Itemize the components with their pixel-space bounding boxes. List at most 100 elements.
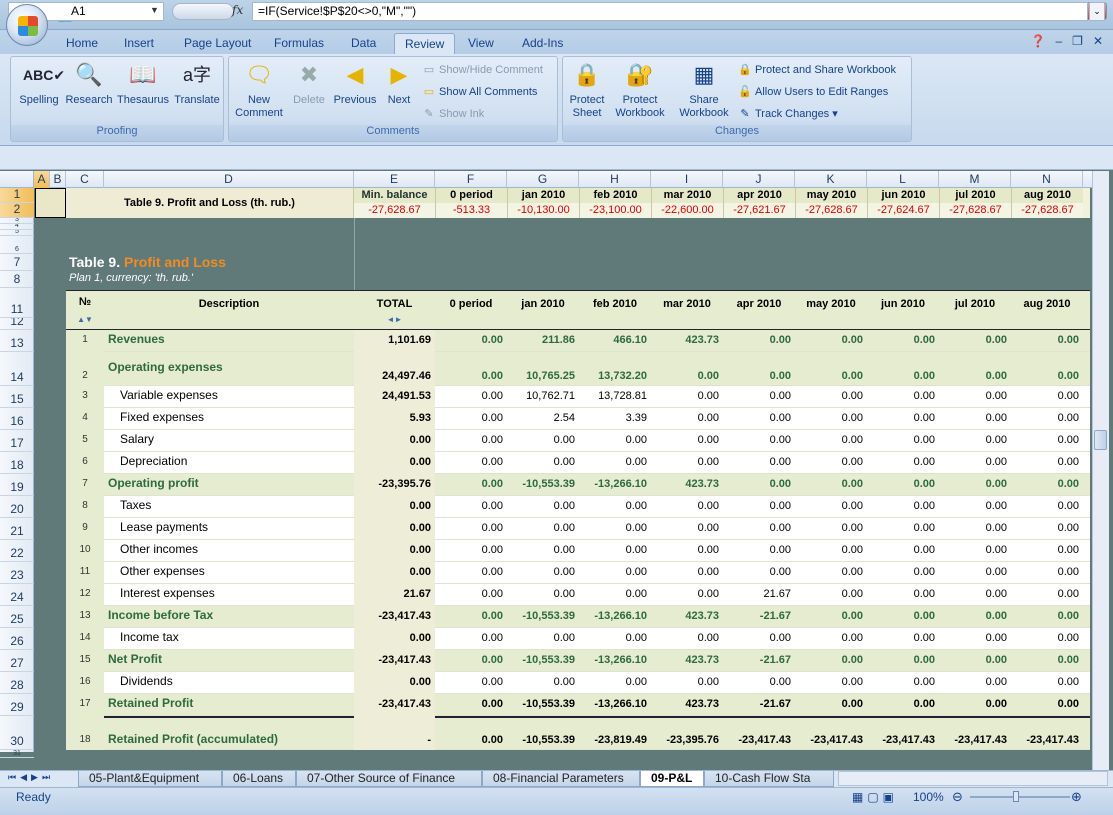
period-value[interactable]: 0.00 [507, 456, 579, 468]
protect-share-workbook-button[interactable]: 🔒 Protect and Share Workbook [737, 60, 896, 80]
period-value[interactable]: 0.00 [939, 566, 1011, 578]
period-value[interactable]: 0.00 [867, 654, 939, 666]
period-value[interactable]: 0.00 [1011, 698, 1083, 710]
row-header[interactable]: 19 [0, 474, 34, 496]
period-value[interactable]: -13,266.10 [579, 654, 651, 666]
row-header[interactable]: 27 [0, 650, 34, 672]
row-header[interactable]: 20 [0, 496, 34, 518]
period-value[interactable]: 0.00 [651, 632, 723, 644]
period-value[interactable]: 2.54 [507, 412, 579, 424]
period-value[interactable]: 0.00 [939, 588, 1011, 600]
row-header[interactable]: 30 [0, 716, 34, 750]
period-value[interactable]: 0.00 [435, 456, 507, 468]
period-value[interactable]: 0.00 [939, 390, 1011, 402]
column-header-k[interactable]: K [795, 171, 867, 188]
period-value[interactable]: 0.00 [507, 544, 579, 556]
row-header[interactable]: 31 [0, 750, 34, 758]
period-value[interactable]: 0.00 [579, 544, 651, 556]
period-value[interactable]: 0.00 [723, 412, 795, 424]
help-icon[interactable]: ❓ [1031, 34, 1046, 48]
period-value[interactable]: 0.00 [867, 698, 939, 710]
period-value[interactable]: 0.00 [435, 412, 507, 424]
tab-formulas[interactable]: Formulas [264, 33, 334, 54]
row-header[interactable]: 24 [0, 584, 34, 606]
row-header[interactable]: 16 [0, 408, 34, 430]
period-value[interactable]: 0.00 [1011, 632, 1083, 644]
protect-sheet-button[interactable]: 🔒 Protect Sheet [565, 59, 609, 120]
period-value[interactable]: 0.00 [867, 632, 939, 644]
period-value[interactable]: 3.39 [579, 412, 651, 424]
period-value[interactable]: 10,762.71 [507, 390, 579, 402]
column-header-i[interactable]: I [651, 171, 723, 188]
period-value[interactable]: 0.00 [939, 412, 1011, 424]
row-header[interactable]: 25 [0, 606, 34, 628]
column-header-j[interactable]: J [723, 171, 795, 188]
period-value[interactable]: 0.00 [435, 500, 507, 512]
period-value[interactable]: 0.00 [579, 522, 651, 534]
period-value[interactable]: 10,765.25 [507, 370, 579, 382]
period-value[interactable]: -13,266.10 [579, 610, 651, 622]
sheet-tab[interactable]: 08-Financial Parameters [482, 771, 640, 787]
period-value[interactable]: -23,395.76 [651, 734, 723, 746]
period-value[interactable]: 0.00 [795, 698, 867, 710]
period-value[interactable]: 0.00 [579, 434, 651, 446]
worksheet-grid[interactable]: Table 9. Profit and Loss (th. rub.) Min.… [35, 188, 1090, 752]
period-value[interactable]: -21.67 [723, 654, 795, 666]
sheet-nav-arrows-icon[interactable]: ⏮◀▶⏭ [8, 772, 54, 783]
period-value[interactable]: 0.00 [867, 412, 939, 424]
row-header[interactable]: 22 [0, 540, 34, 562]
insert-function-icon[interactable]: fx [232, 3, 243, 17]
period-value[interactable]: 0.00 [795, 500, 867, 512]
column-header-d[interactable]: D [104, 171, 354, 188]
vertical-scrollbar[interactable] [1092, 171, 1109, 770]
period-value[interactable]: 0.00 [579, 676, 651, 688]
column-header-a[interactable]: A [34, 171, 50, 188]
period-value[interactable]: 0.00 [579, 500, 651, 512]
period-value[interactable]: 0.00 [651, 456, 723, 468]
row-header[interactable]: 18 [0, 452, 34, 474]
expand-formula-bar-icon[interactable]: ⌄ [1089, 2, 1105, 21]
row-header[interactable]: 14 [0, 352, 34, 386]
period-value[interactable]: 0.00 [939, 522, 1011, 534]
period-value[interactable]: 0.00 [723, 456, 795, 468]
period-value[interactable]: 0.00 [723, 434, 795, 446]
period-value[interactable]: -23,417.43 [723, 734, 795, 746]
period-value[interactable]: 0.00 [435, 434, 507, 446]
sheet-tab[interactable]: 05-Plant&Equipment [78, 771, 222, 787]
zoom-out-icon[interactable]: ⊖ [952, 789, 963, 805]
delete-comment-button[interactable]: ✖ Delete [287, 59, 331, 107]
column-header-b[interactable]: B [50, 171, 66, 188]
ribbon-restore-icon[interactable]: ❐ [1072, 34, 1083, 48]
period-value[interactable]: 466.10 [579, 334, 651, 346]
period-value[interactable]: 0.00 [507, 566, 579, 578]
period-value[interactable]: 0.00 [1011, 500, 1083, 512]
period-value[interactable]: 13,732.20 [579, 370, 651, 382]
period-value[interactable]: 0.00 [867, 434, 939, 446]
period-value[interactable]: 0.00 [867, 566, 939, 578]
zoom-in-icon[interactable]: ⊕ [1071, 789, 1082, 805]
ribbon-minimize-icon[interactable]: – [1055, 34, 1062, 48]
period-value[interactable]: 0.00 [939, 478, 1011, 490]
formula-bar-splitter[interactable] [172, 3, 234, 20]
period-value[interactable]: 423.73 [651, 334, 723, 346]
row-header[interactable]: 23 [0, 562, 34, 584]
row-header[interactable]: 29 [0, 694, 34, 716]
period-value[interactable]: -23,819.49 [579, 734, 651, 746]
sheet-tab[interactable]: 09-P&L [640, 771, 704, 787]
vertical-scroll-thumb[interactable] [1094, 430, 1107, 450]
period-value[interactable]: 0.00 [651, 412, 723, 424]
row-header[interactable]: 2 [0, 203, 34, 218]
period-value[interactable]: 0.00 [795, 632, 867, 644]
period-value[interactable]: 211.86 [507, 334, 579, 346]
period-value[interactable]: 0.00 [795, 544, 867, 556]
period-value[interactable]: 0.00 [1011, 478, 1083, 490]
column-header-c[interactable]: C [66, 171, 104, 188]
period-value[interactable]: 0.00 [435, 522, 507, 534]
zoom-slider[interactable] [970, 796, 1070, 798]
period-value[interactable]: 0.00 [1011, 588, 1083, 600]
period-value[interactable]: 0.00 [939, 654, 1011, 666]
period-value[interactable]: 0.00 [867, 522, 939, 534]
period-value[interactable]: 0.00 [867, 588, 939, 600]
period-value[interactable]: 0.00 [867, 676, 939, 688]
sheet-tab[interactable]: 07-Other Source of Finance [296, 771, 482, 787]
